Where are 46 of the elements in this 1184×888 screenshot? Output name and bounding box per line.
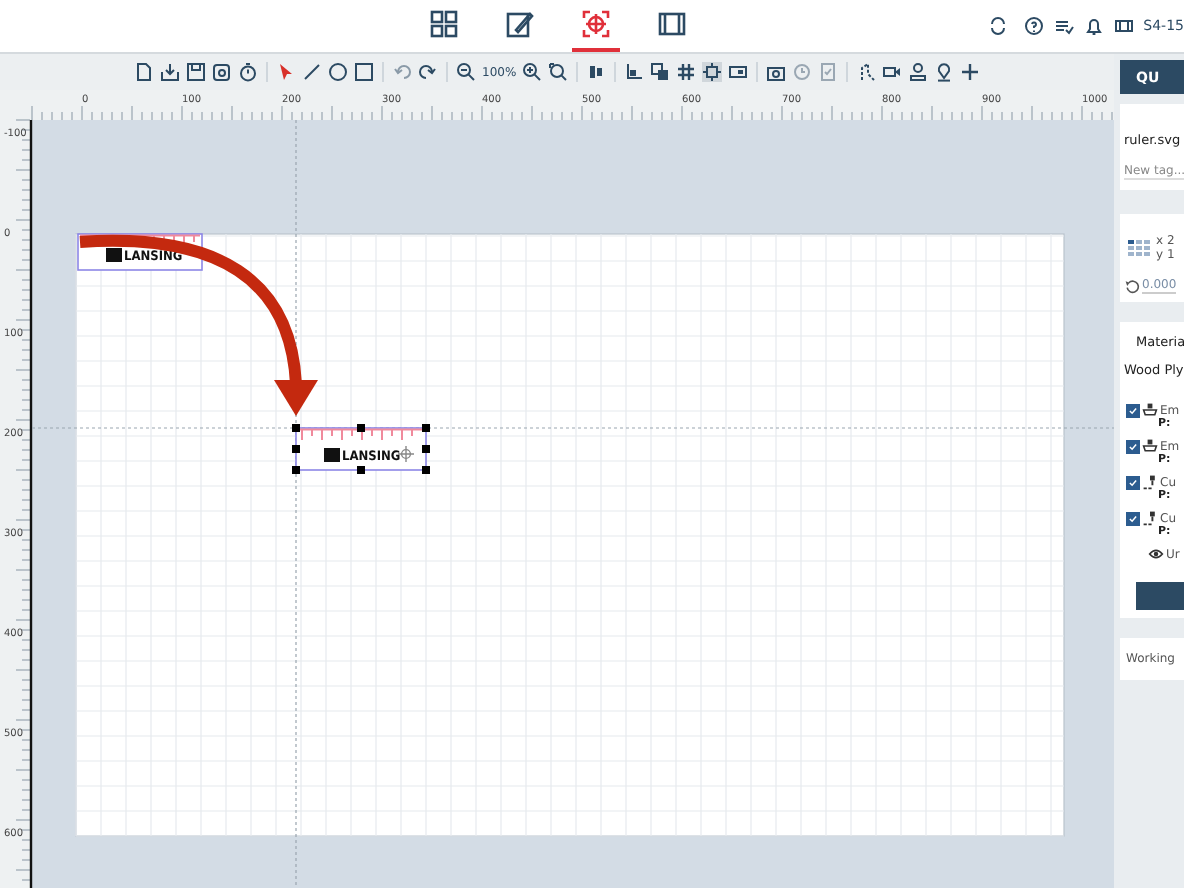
engrave-icon	[1142, 438, 1158, 454]
import-icon[interactable]	[160, 62, 180, 82]
machine-icon	[1113, 16, 1134, 36]
align-icon[interactable]	[586, 62, 607, 82]
save-as-icon[interactable]	[212, 62, 232, 82]
rectangle-tool-icon[interactable]	[354, 62, 374, 82]
cut-icon	[1142, 474, 1158, 490]
layer-checkbox[interactable]	[1126, 475, 1140, 489]
save-icon[interactable]	[186, 62, 206, 82]
cut-icon	[1142, 510, 1158, 526]
circle-tool-icon[interactable]	[328, 62, 348, 82]
anchor-grid-icon[interactable]	[1128, 240, 1150, 256]
user-icon[interactable]	[908, 62, 929, 82]
layer-checkbox[interactable]	[1126, 403, 1140, 417]
snap-icon[interactable]	[702, 62, 723, 82]
grid-icon[interactable]	[676, 62, 697, 82]
zoom-in-icon[interactable]	[522, 62, 543, 82]
rotate-icon	[1124, 278, 1140, 294]
layers-icon[interactable]	[650, 62, 671, 82]
layer-checkbox[interactable]	[1126, 439, 1140, 453]
frame-icon[interactable]	[728, 62, 749, 82]
origin-icon[interactable]	[624, 62, 645, 82]
zoom-fit-icon[interactable]	[548, 62, 569, 82]
target-icon[interactable]	[582, 10, 610, 38]
stopwatch-icon[interactable]	[238, 62, 258, 82]
zoom-out-icon[interactable]	[456, 62, 476, 82]
grid-icon[interactable]	[430, 10, 458, 38]
layer-checkbox[interactable]	[1126, 511, 1140, 525]
engrave-icon	[1142, 402, 1158, 418]
eye-icon[interactable]	[1148, 546, 1164, 562]
new-file-icon[interactable]	[134, 62, 154, 82]
pointer-icon[interactable]	[276, 62, 296, 82]
location-pin-icon[interactable]	[934, 62, 955, 82]
plus-icon[interactable]	[960, 62, 981, 82]
line-tool-icon[interactable]	[302, 62, 322, 82]
camera-icon[interactable]	[766, 62, 787, 82]
sync-icon[interactable]	[987, 16, 1008, 36]
trace-icon[interactable]	[856, 62, 877, 82]
film-icon[interactable]	[658, 10, 686, 38]
redo-icon[interactable]	[418, 62, 438, 82]
checklist-icon[interactable]	[818, 62, 839, 82]
edit-icon[interactable]	[506, 10, 534, 38]
help-icon[interactable]	[1023, 16, 1044, 36]
video-icon[interactable]	[882, 62, 903, 82]
bell-icon[interactable]	[1083, 16, 1104, 36]
messages-icon[interactable]	[1053, 16, 1074, 36]
